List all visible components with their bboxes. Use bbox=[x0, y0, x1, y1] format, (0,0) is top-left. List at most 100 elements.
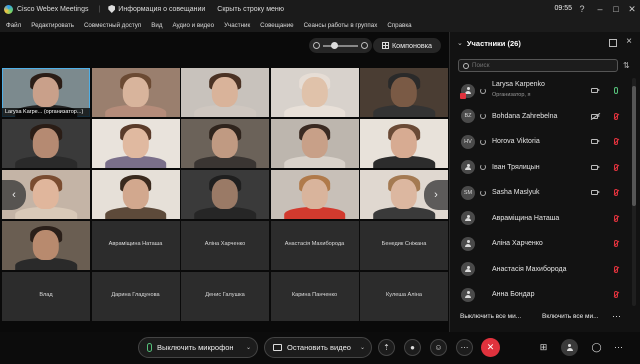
apps-icon[interactable]: ⊞ bbox=[537, 341, 550, 354]
stop-video-button[interactable]: Остановить видео ⌄ bbox=[264, 337, 372, 358]
chevron-down-icon[interactable]: ⌄ bbox=[360, 344, 365, 351]
participant-tile[interactable]: Денис Галушка bbox=[181, 272, 269, 321]
menu-breakout[interactable]: Сеансы работы в группах bbox=[304, 22, 378, 29]
zoom-track[interactable] bbox=[323, 41, 358, 49]
participant-row[interactable]: HV Horova Viktoria bbox=[450, 129, 633, 155]
participant-body bbox=[194, 105, 256, 117]
menu-file[interactable]: Файл bbox=[6, 22, 21, 29]
participant-name: Авраміщина Наташа bbox=[492, 214, 560, 222]
tile-name: Денис Галушка bbox=[205, 292, 245, 298]
participant-face bbox=[122, 127, 149, 159]
participant-body bbox=[283, 207, 346, 219]
video-tile[interactable] bbox=[91, 68, 180, 117]
zoom-in-icon[interactable] bbox=[361, 42, 368, 49]
mute-button[interactable]: Выключить микрофон ⌄ bbox=[138, 337, 258, 358]
participant-row[interactable]: Анастасія Махиборода bbox=[450, 257, 633, 283]
zoom-slider[interactable] bbox=[309, 38, 372, 53]
clock: 09:55 bbox=[554, 5, 572, 12]
participant-row[interactable]: Іван Трялицын bbox=[450, 155, 633, 181]
participant-tile[interactable]: Бенедик Сніжана bbox=[360, 221, 448, 270]
close-icon[interactable]: ✕ bbox=[626, 3, 638, 15]
chat-icon[interactable]: ◯ bbox=[590, 341, 603, 354]
mic-muted-icon[interactable] bbox=[614, 163, 618, 171]
menu-help[interactable]: Справка bbox=[387, 22, 411, 29]
record-icon[interactable]: ● bbox=[404, 339, 421, 356]
menu-edit[interactable]: Редактировать bbox=[31, 22, 74, 29]
video-tile[interactable] bbox=[270, 170, 359, 219]
end-call-icon[interactable]: ✕ bbox=[481, 338, 500, 357]
menu-share[interactable]: Совместный доступ bbox=[84, 22, 141, 29]
menu-participant[interactable]: Участник bbox=[224, 22, 250, 29]
video-tile[interactable] bbox=[181, 170, 269, 219]
video-tile[interactable] bbox=[181, 68, 269, 117]
participant-tile[interactable]: Влад bbox=[2, 272, 90, 321]
mic-muted-icon[interactable] bbox=[614, 189, 618, 197]
participant-face bbox=[32, 229, 60, 261]
mic-muted-icon[interactable] bbox=[614, 265, 618, 273]
layout-button[interactable]: Компоновка bbox=[373, 38, 441, 53]
more-panels-icon[interactable]: ⋯ bbox=[612, 341, 625, 354]
mic-muted-icon[interactable] bbox=[614, 214, 618, 222]
participant-tile[interactable]: Анастасія Махиборода bbox=[270, 221, 359, 270]
next-page-arrow-icon[interactable]: › bbox=[424, 180, 448, 210]
participants-icon[interactable] bbox=[561, 339, 578, 356]
sort-icon[interactable]: ⇅ bbox=[623, 61, 630, 70]
participant-row[interactable]: Larysa Karpenko Организатор, я bbox=[450, 78, 633, 104]
microphone-icon[interactable] bbox=[614, 87, 618, 95]
video-tile[interactable] bbox=[91, 119, 180, 168]
participant-row[interactable]: SM Sasha Maslyuk bbox=[450, 180, 633, 206]
video-tile[interactable] bbox=[270, 68, 359, 117]
mic-muted-icon[interactable] bbox=[614, 112, 618, 120]
person-icon bbox=[465, 214, 471, 222]
mic-muted-icon[interactable] bbox=[614, 138, 618, 146]
mic-muted-icon[interactable] bbox=[614, 291, 618, 299]
participant-tile[interactable]: Карина Панченко bbox=[270, 272, 359, 321]
more-icon[interactable]: ⋯ bbox=[456, 339, 473, 356]
video-tile[interactable] bbox=[360, 119, 448, 168]
maximize-icon[interactable]: □ bbox=[610, 3, 622, 15]
menu-audio-video[interactable]: Аудио и видео bbox=[172, 22, 214, 29]
participant-search[interactable] bbox=[458, 59, 618, 72]
menu-view[interactable]: Вид bbox=[151, 22, 162, 29]
reactions-icon[interactable]: ☺ bbox=[430, 339, 447, 356]
menu-meeting[interactable]: Совещание bbox=[260, 22, 293, 29]
collapse-chevron-icon[interactable]: ⌄ bbox=[457, 39, 463, 47]
person-icon bbox=[465, 240, 471, 247]
video-tile[interactable] bbox=[91, 170, 180, 219]
minimize-icon[interactable]: – bbox=[594, 3, 606, 15]
unmute-all-button[interactable]: Включить все ми... bbox=[542, 313, 599, 320]
participant-row[interactable]: Анна Бондар bbox=[450, 282, 633, 308]
panel-close-icon[interactable]: × bbox=[626, 36, 632, 47]
participant-tile[interactable]: Дарина Гладунова bbox=[91, 272, 180, 321]
video-tile[interactable] bbox=[2, 119, 90, 168]
video-tile[interactable] bbox=[360, 68, 448, 117]
participant-tile[interactable]: Кулеша Аліна bbox=[360, 272, 448, 321]
avatar: HV bbox=[461, 134, 475, 149]
zoom-knob[interactable] bbox=[331, 41, 338, 49]
scrollbar-thumb[interactable] bbox=[632, 86, 636, 206]
video-tile[interactable] bbox=[2, 221, 90, 270]
participant-tile[interactable]: Авраміщина Наташа bbox=[91, 221, 180, 270]
chevron-down-icon[interactable]: ⌄ bbox=[246, 344, 251, 351]
search-input[interactable] bbox=[472, 62, 612, 69]
popout-icon[interactable] bbox=[609, 39, 617, 47]
video-tile[interactable] bbox=[181, 119, 269, 168]
hide-menu-button[interactable]: Скрыть строку меню bbox=[217, 6, 284, 13]
participant-body bbox=[373, 105, 435, 117]
zoom-out-icon[interactable] bbox=[313, 42, 320, 49]
mute-all-button[interactable]: Выключить все ми... bbox=[460, 313, 521, 320]
help-icon[interactable]: ? bbox=[576, 3, 588, 15]
participant-face bbox=[211, 127, 239, 159]
video-tile[interactable]: Larysa Karpe... (организатор...) bbox=[2, 68, 90, 117]
video-tile[interactable] bbox=[270, 119, 359, 168]
participant-tile[interactable]: Аліна Харченко bbox=[181, 221, 269, 270]
participant-row[interactable]: Авраміщина Наташа bbox=[450, 206, 633, 232]
participant-row[interactable]: Аліна Харченко bbox=[450, 231, 633, 257]
mic-muted-icon[interactable] bbox=[614, 240, 618, 248]
meeting-info-button[interactable]: Информация о совещании bbox=[108, 5, 205, 13]
more-options-icon[interactable]: ⋯ bbox=[612, 311, 621, 322]
participant-role: Организатор, я bbox=[492, 92, 531, 98]
share-icon[interactable]: ⇡ bbox=[378, 339, 395, 356]
panel-scrollbar[interactable] bbox=[632, 78, 636, 306]
participant-row[interactable]: BZ Bohdana Zahrebelna bbox=[450, 104, 633, 130]
